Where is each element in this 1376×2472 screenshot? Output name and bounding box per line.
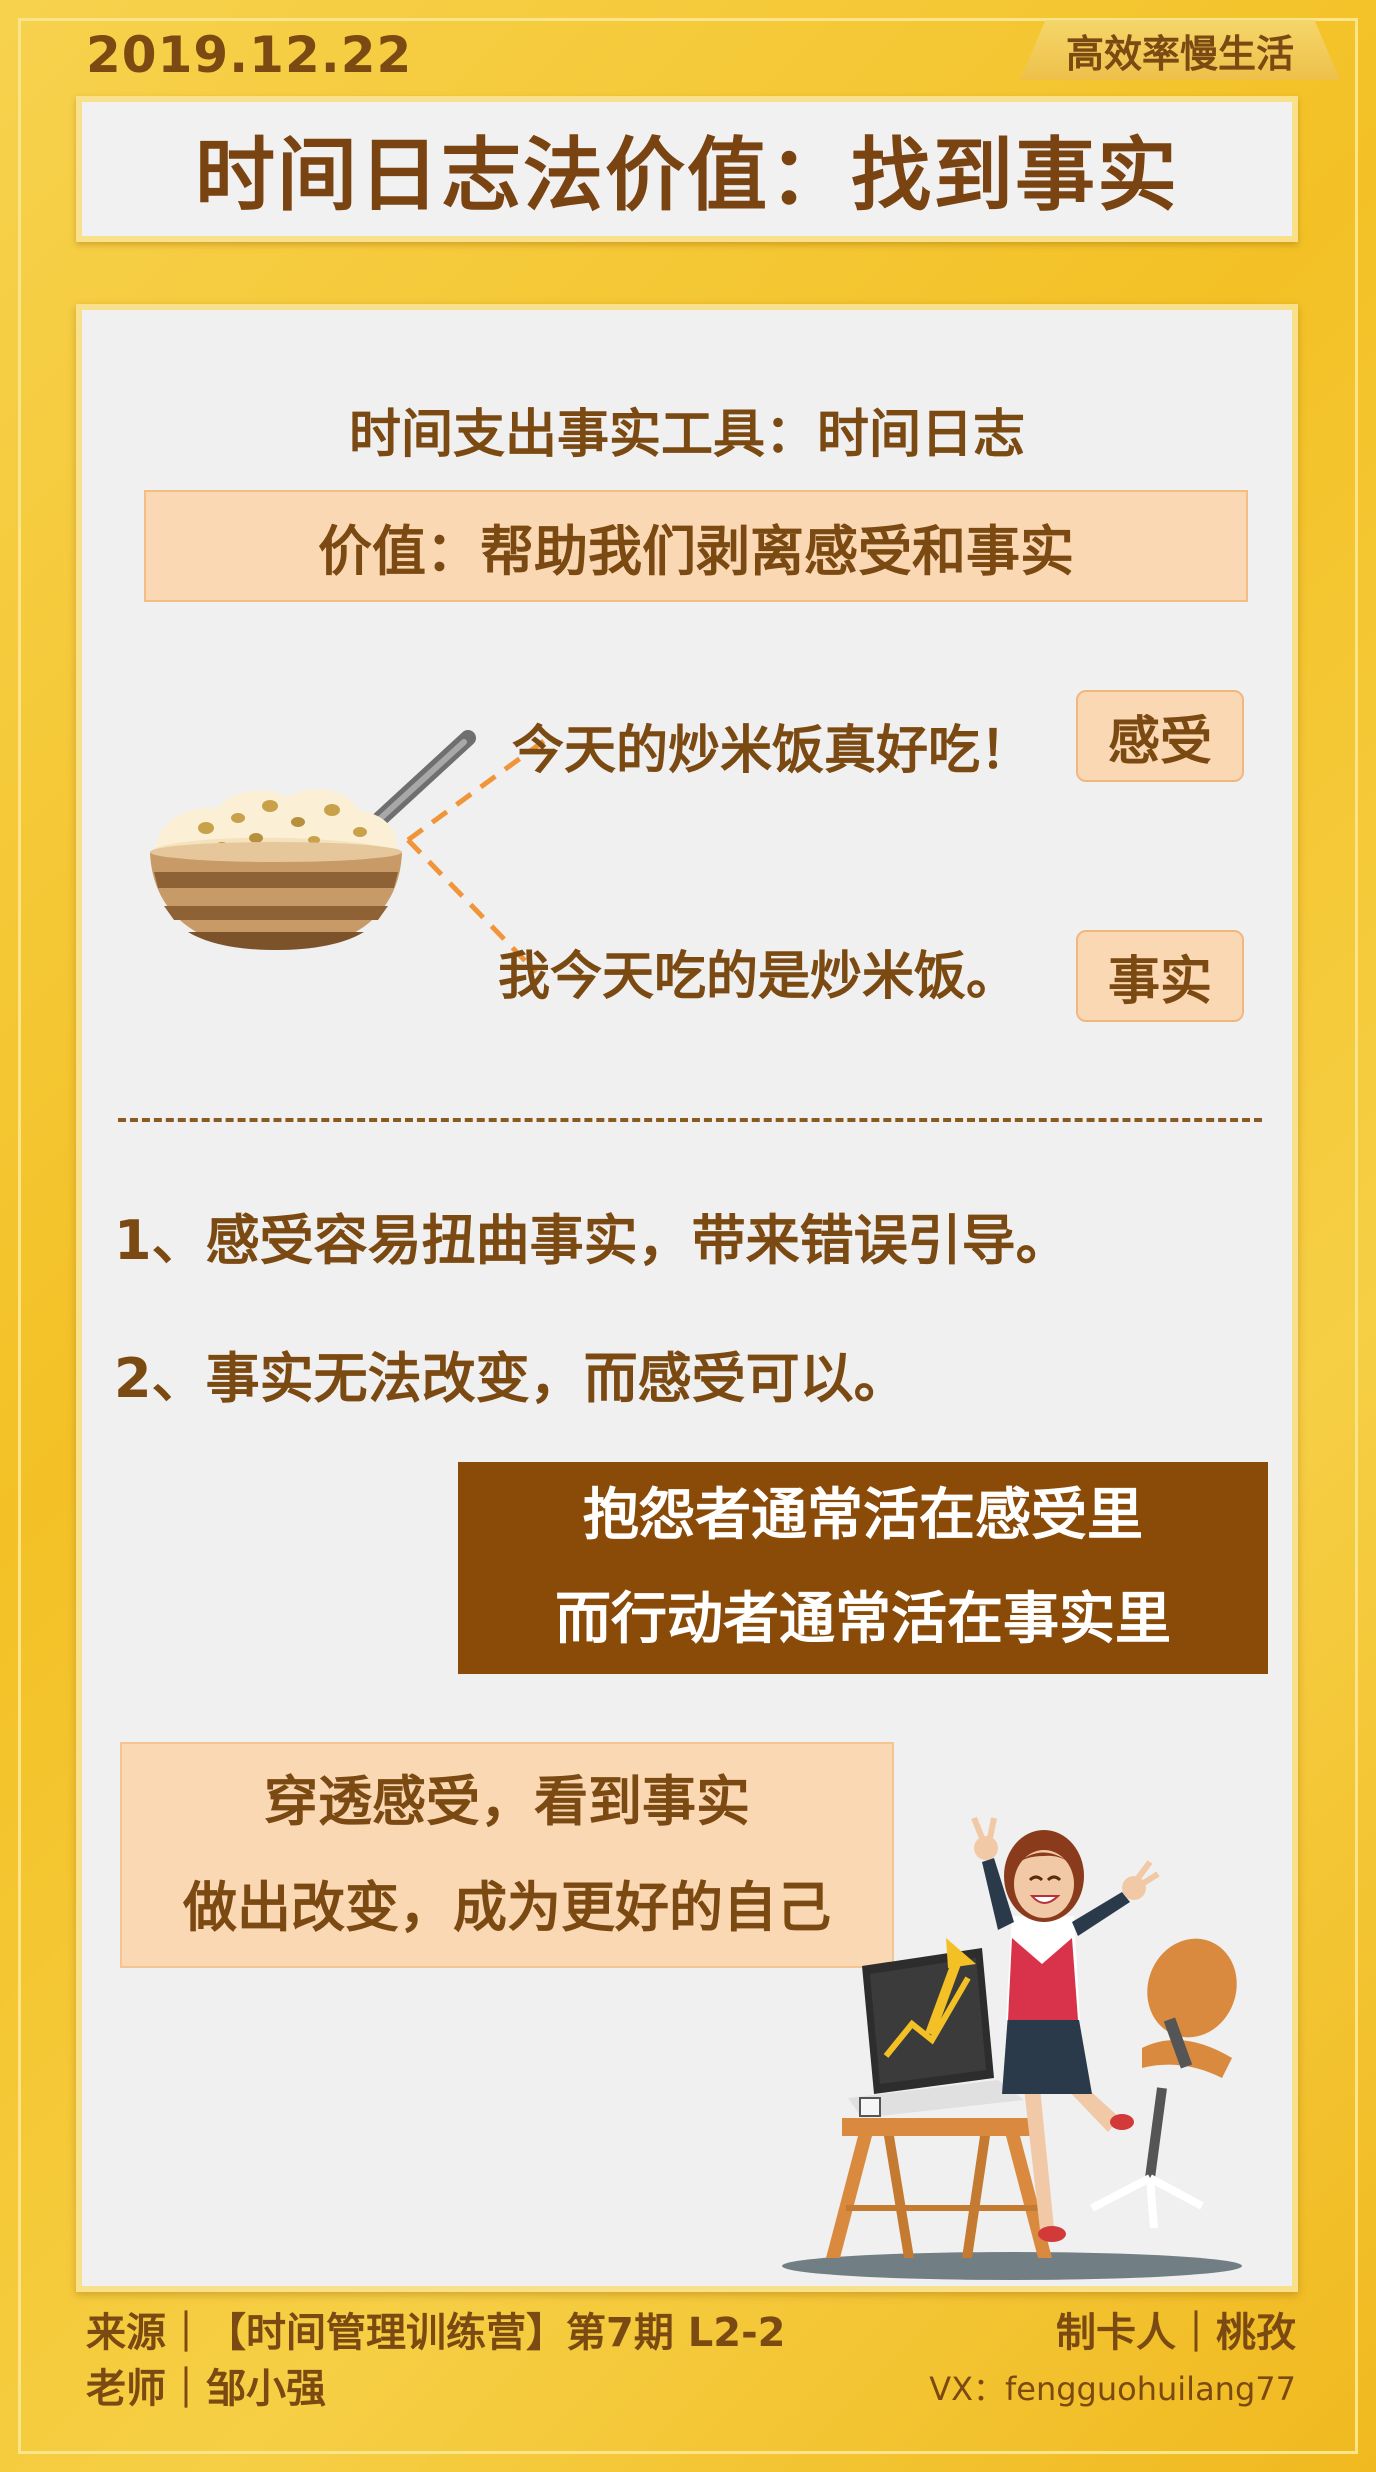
main-panel: 时间支出事实工具：时间日志 价值：帮助我们剥离感受和事实 今天的炒米饭真好吃！ … [76,304,1298,2292]
value-statement: 价值：帮助我们剥离感受和事实 [318,519,1074,583]
fact-tag-label: 事实 [1107,951,1212,1012]
highlight-line-1: 抱怨者通常活在感受里 [583,1483,1143,1548]
point-1: 1、感受容易扭曲事实，带来错误引导。 [114,1209,1070,1272]
woman-celebrating-icon [782,1816,1242,2280]
date-label: 2019.12.22 [86,26,413,84]
title-banner: 时间日志法价值：找到事实 [76,96,1298,242]
subtitle: 时间支出事实工具：时间日志 [348,405,1025,465]
dashed-divider [118,1118,1262,1122]
fact-statement: 我今天吃的是炒米饭。 [498,947,1019,1007]
infographic-card: 2019.12.22 高效率慢生活 时间日志法价值：找到事实 时间支出事实工具：… [0,0,1376,2472]
rice-bowl-illustration [138,710,558,1050]
footer-teacher: 老师｜邹小强 [86,2366,326,2412]
highlight-line-2: 而行动者通常活在事实里 [555,1587,1171,1652]
footer-maker: 制卡人｜桃孜 [1056,2310,1296,2356]
rice-bowl-icon [150,730,550,974]
feeling-tag: 感受 [1076,690,1244,782]
fact-tag: 事实 [1076,930,1244,1022]
brand-badge: 高效率慢生活 [1020,20,1340,80]
point-2: 2、事实无法改变，而感受可以。 [114,1347,908,1410]
value-statement-box: 价值：帮助我们剥离感受和事实 [144,490,1248,602]
feeling-tag-label: 感受 [1107,711,1212,772]
celebration-illustration [762,1788,1302,2288]
conclusion-line-2: 做出改变，成为更好的自己 [183,1876,831,1939]
highlight-box: 抱怨者通常活在感受里 而行动者通常活在事实里 [458,1462,1268,1674]
conclusion-line-1: 穿透感受，看到事实 [264,1770,750,1833]
page-title: 时间日志法价值：找到事实 [195,128,1179,222]
footer-source: 来源｜【时间管理训练营】第7期 L2-2 [86,2310,786,2356]
feeling-statement: 今天的炒米饭真好吃！ [512,721,1033,781]
footer-vx: VX：fengguohuilang77 [929,2370,1296,2408]
brand-label: 高效率慢生活 [1065,31,1294,76]
